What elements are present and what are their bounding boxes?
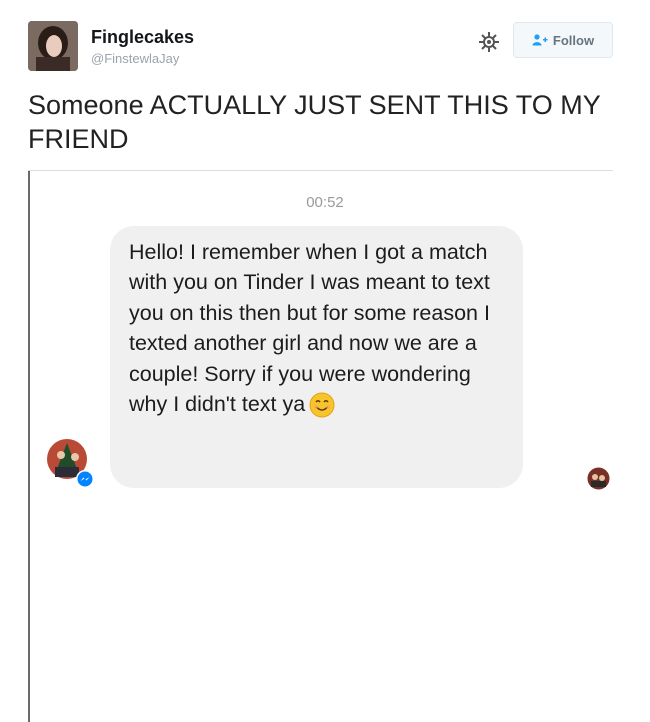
gear-icon[interactable] xyxy=(478,31,500,53)
follow-label: Follow xyxy=(552,32,595,48)
profile-avatar[interactable] xyxy=(28,21,78,71)
sender-avatar[interactable] xyxy=(45,437,99,491)
message-text: Hello! I remember when I got a match wit… xyxy=(129,240,490,417)
message-bubble: Hello! I remember when I got a match wit… xyxy=(110,226,523,488)
messenger-badge-icon xyxy=(77,471,93,487)
user-handle[interactable]: @FinstewlaJay xyxy=(91,51,179,66)
read-receipt-avatar xyxy=(587,467,610,490)
tweet-text: Someone ACTUALLY JUST SENT THIS TO MY FR… xyxy=(28,90,601,154)
smiling-face-emoji xyxy=(309,392,335,418)
add-person-icon xyxy=(532,34,548,46)
display-name[interactable]: Finglecakes xyxy=(91,27,194,48)
message-timestamp: 00:52 xyxy=(306,194,344,211)
follow-button[interactable]: Follow xyxy=(513,22,613,58)
